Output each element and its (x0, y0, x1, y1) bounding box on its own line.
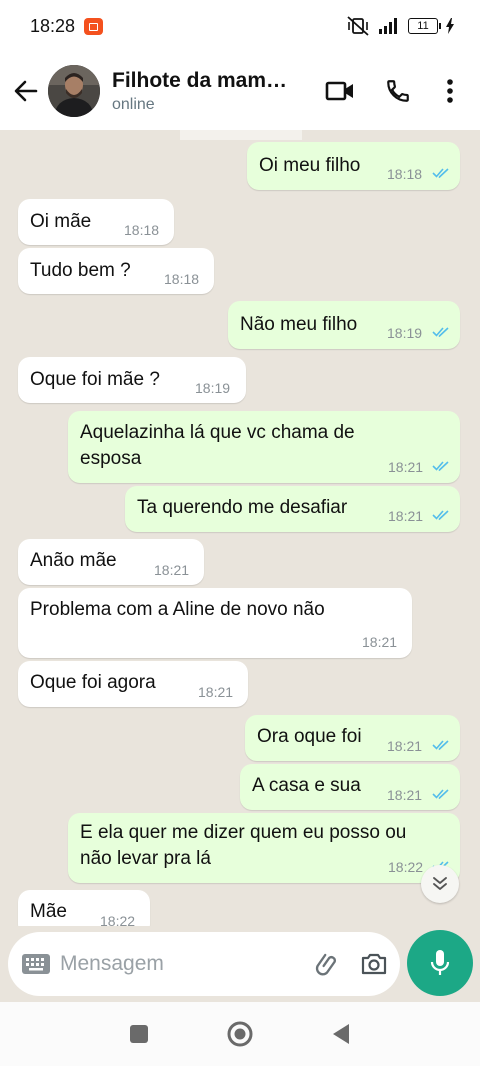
message-outgoing[interactable]: Não meu filho 18:19 (228, 301, 460, 349)
message-incoming[interactable]: Oque foi mãe ? 18:19 (18, 357, 246, 403)
paperclip-icon[interactable] (314, 950, 342, 978)
contact-photo (48, 65, 100, 117)
voice-message-button[interactable] (407, 930, 473, 996)
double-check-icon (432, 168, 449, 179)
message-incoming[interactable]: Oi mãe 18:18 (18, 199, 174, 245)
message-time: 18:21 (362, 634, 398, 650)
video-call-button[interactable] (316, 67, 364, 115)
phone-icon (387, 80, 409, 102)
message-time: 18:21 (387, 738, 423, 754)
status-time: 18:28 (30, 15, 76, 36)
double-check-icon (432, 510, 449, 521)
message-text: Ora oque foi (257, 726, 362, 747)
message-outgoing[interactable]: A casa e sua 18:21 (240, 764, 460, 810)
message-time: 18:21 (388, 508, 424, 524)
back-nav-icon[interactable] (331, 1023, 351, 1045)
camera-icon[interactable] (360, 952, 388, 976)
contact-info[interactable]: Filhote da mam… online (112, 69, 316, 114)
chat-area[interactable]: Oi meu filho 18:18 Oi mãe 18:18 Tudo bem… (0, 130, 480, 926)
scroll-to-bottom-button[interactable] (421, 865, 459, 903)
message-time: 18:21 (388, 459, 424, 475)
chat-header: Filhote da mam… online (0, 52, 480, 130)
video-camera-icon (325, 81, 353, 101)
message-time: 18:19 (387, 325, 423, 341)
keyboard-icon[interactable] (22, 954, 50, 974)
double-check-icon (432, 789, 449, 800)
message-incoming[interactable]: Mãe 18:22 (18, 890, 150, 926)
message-time: 18:18 (164, 271, 200, 287)
signal-icon (379, 18, 397, 34)
message-time: 18:19 (195, 380, 231, 396)
double-check-icon (432, 461, 449, 472)
contact-name: Filhote da mam… (112, 68, 288, 92)
battery-icon: 11 (408, 18, 441, 34)
message-text: Aquelazinha lá que vc chama de esposa (80, 422, 355, 469)
screen-record-icon (84, 17, 104, 35)
message-outgoing[interactable]: Aquelazinha lá que vc chama de esposa 18… (68, 411, 460, 483)
message-time: 18:22 (100, 913, 136, 926)
message-outgoing[interactable]: Ora oque foi 18:21 (245, 715, 460, 761)
back-button[interactable] (4, 69, 48, 113)
message-time: 18:18 (124, 222, 160, 238)
message-outgoing[interactable]: Oi meu filho 18:18 (247, 142, 460, 190)
double-check-icon (432, 327, 449, 338)
charging-icon (446, 18, 454, 34)
message-time: 18:21 (198, 684, 234, 700)
double-chevron-down-icon (433, 877, 447, 890)
message-time: 18:18 (387, 166, 423, 182)
more-vertical-icon (447, 79, 453, 103)
message-text: E ela quer me dizer quem eu posso ou não… (80, 822, 407, 869)
avatar[interactable] (48, 65, 100, 117)
battery-level: 11 (417, 19, 429, 32)
mic-icon (430, 950, 450, 975)
message-incoming[interactable]: Problema com a Aline de novo não 18:21 (18, 588, 412, 658)
message-text: Oi mãe (30, 211, 92, 232)
message-time: 18:22 (388, 859, 424, 875)
contact-status: online (112, 95, 155, 113)
message-text: Mãe (30, 901, 67, 922)
message-text: Tudo bem ? (30, 260, 131, 281)
message-time: 18:21 (154, 562, 190, 578)
message-time: 18:21 (387, 787, 423, 803)
message-outgoing[interactable]: Ta querendo me desafiar 18:21 (125, 486, 460, 532)
message-incoming[interactable]: Anão mãe 18:21 (18, 539, 204, 585)
home-icon[interactable] (226, 1020, 254, 1048)
status-icons: 11 (346, 16, 454, 36)
message-incoming[interactable]: Oque foi agora 18:21 (18, 661, 248, 707)
message-input[interactable]: Mensagem (60, 952, 314, 976)
muted-vibrate-icon (347, 16, 369, 36)
status-bar: 18:28 11 (0, 0, 480, 52)
double-check-icon (432, 740, 449, 751)
voice-call-button[interactable] (374, 67, 422, 115)
message-text: Oque foi agora (30, 672, 156, 693)
system-nav-bar (0, 1002, 480, 1066)
message-outgoing[interactable]: E ela quer me dizer quem eu posso ou não… (68, 813, 460, 883)
date-chip-remnant (180, 130, 302, 140)
recents-icon[interactable] (129, 1024, 149, 1044)
message-text: Oi meu filho (259, 155, 361, 176)
arrow-left-icon (14, 80, 38, 102)
message-text: Problema com a Aline de novo não (30, 599, 325, 620)
message-text: Anão mãe (30, 550, 117, 571)
message-text: Ta querendo me desafiar (137, 497, 348, 518)
message-incoming[interactable]: Tudo bem ? 18:18 (18, 248, 214, 294)
message-text: Não meu filho (240, 314, 358, 335)
message-text: Oque foi mãe ? (30, 369, 160, 390)
message-text: A casa e sua (252, 775, 361, 796)
message-composer[interactable]: Mensagem (8, 932, 400, 996)
menu-button[interactable] (426, 67, 474, 115)
